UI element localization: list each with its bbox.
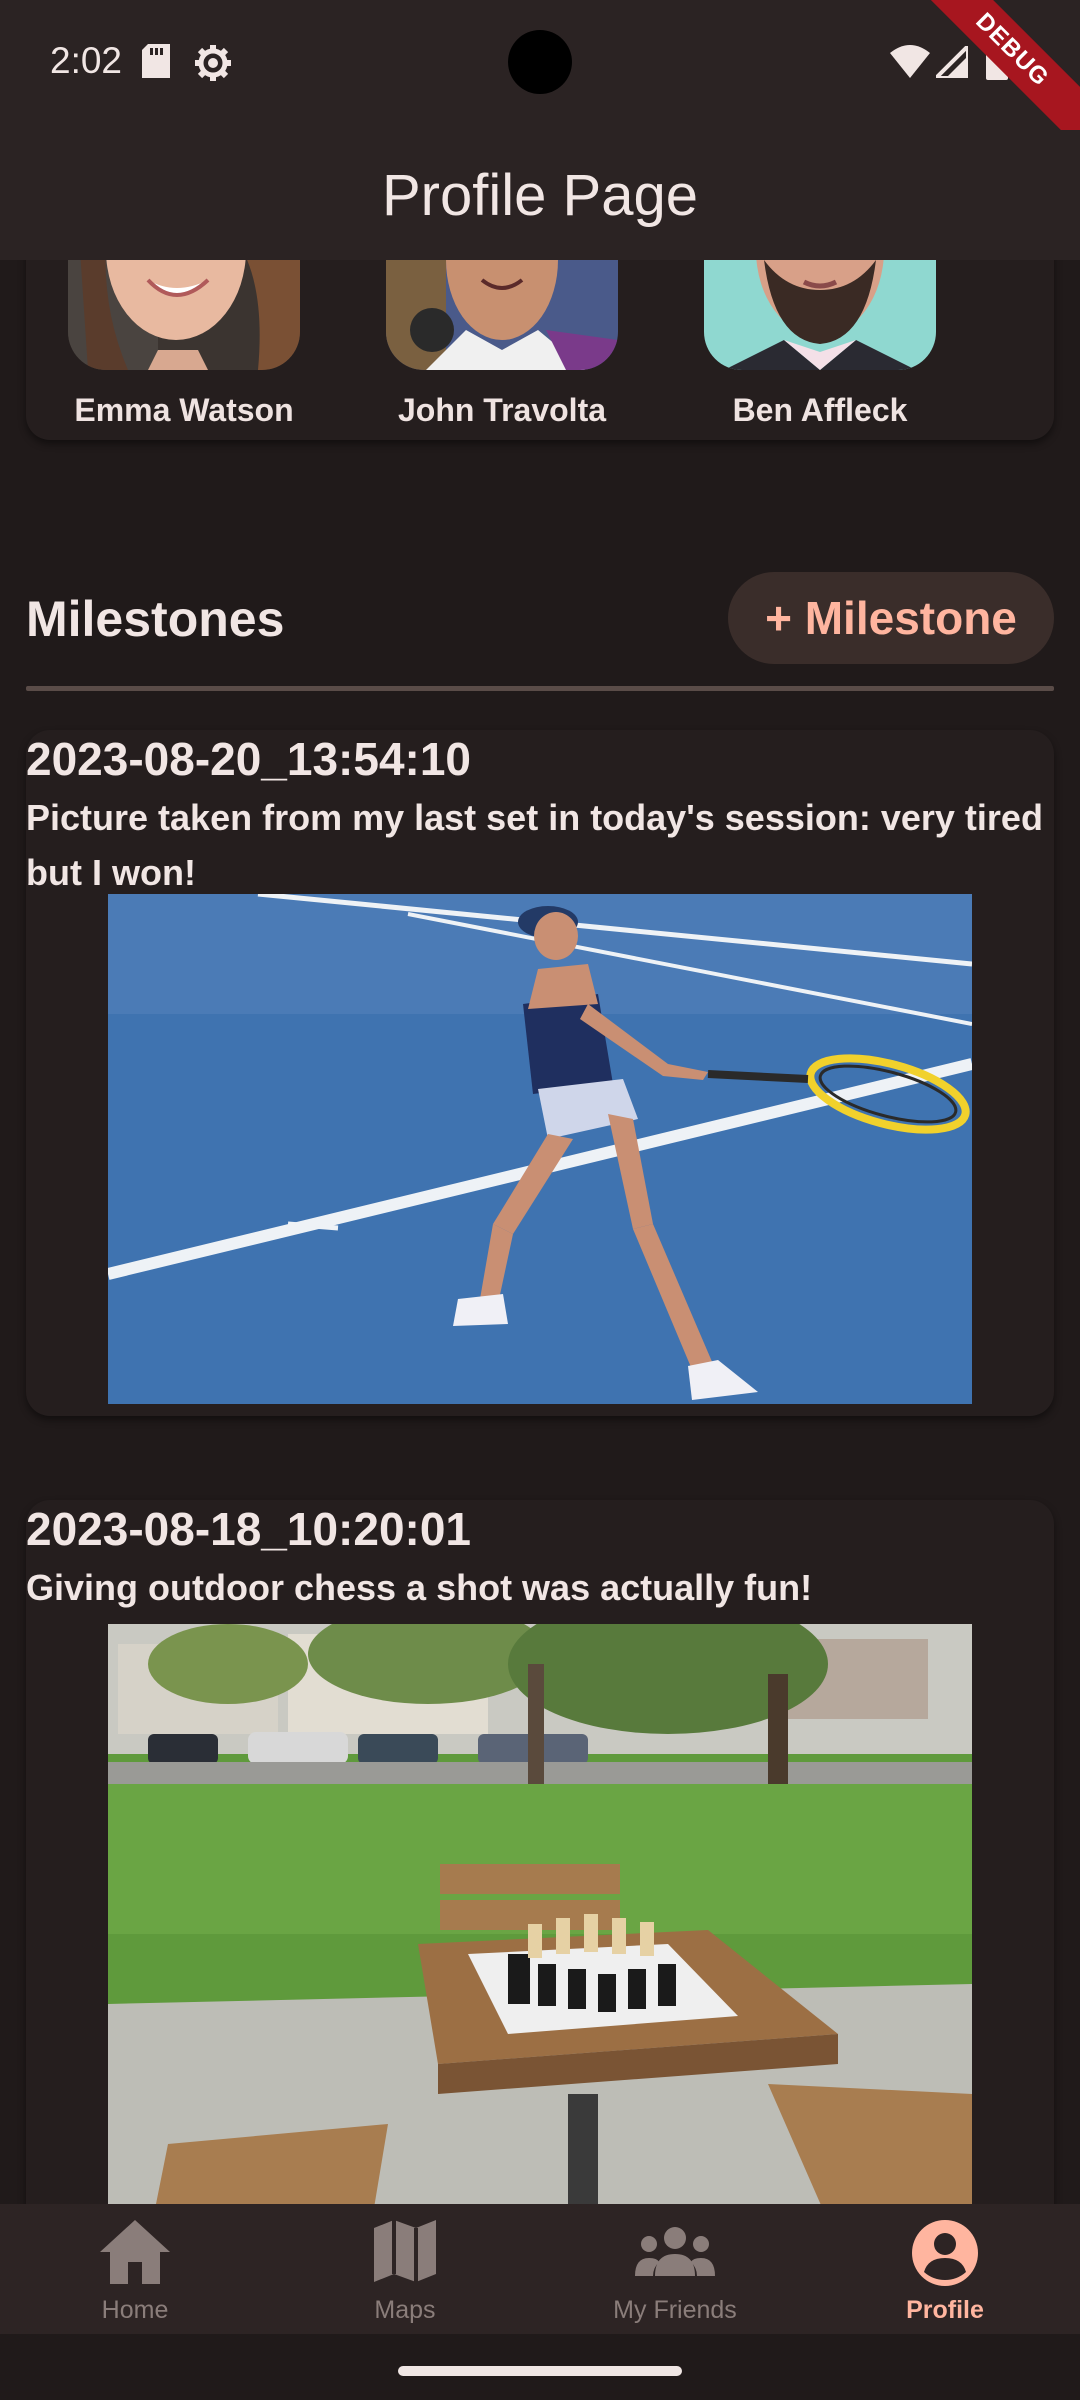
milestone-card[interactable]: 2023-08-20_13:54:10 Picture taken from m… <box>26 730 1054 1416</box>
map-icon <box>374 2220 436 2287</box>
bottom-navigation-bar: Home Maps My Friends Profile <box>0 2204 1080 2334</box>
camera-cutout <box>508 30 572 94</box>
friend-name: Emma Watson <box>74 392 294 428</box>
sd-card-icon <box>142 44 170 83</box>
profile-scroll-content[interactable]: Emma Watson John Travolta Ben Affleck Mi… <box>0 260 1080 2204</box>
nav-label-profile: Profile <box>906 2296 984 2324</box>
group-icon <box>635 2226 715 2281</box>
nav-label-home: Home <box>101 2296 169 2324</box>
friend-avatar <box>704 260 936 370</box>
friends-card: Emma Watson John Travolta Ben Affleck <box>26 260 1054 440</box>
nav-home[interactable]: Home <box>0 2204 270 2334</box>
nav-my-friends[interactable]: My Friends <box>540 2204 810 2334</box>
friend-item[interactable]: Ben Affleck <box>704 260 936 429</box>
account-circle-icon <box>912 2220 978 2291</box>
add-milestone-button[interactable]: + Milestone <box>728 572 1054 664</box>
tennis-player-photo <box>108 894 972 1404</box>
milestone-date: 2023-08-20_13:54:10 <box>26 733 472 785</box>
friend-name: John Travolta <box>397 392 607 428</box>
nav-label-my-friends: My Friends <box>613 2296 737 2324</box>
nav-label-maps: Maps <box>374 2296 436 2324</box>
gesture-handle[interactable] <box>398 2366 682 2376</box>
home-icon <box>100 2220 170 2289</box>
page-title: Profile Page <box>382 162 698 228</box>
wifi-icon <box>890 44 930 83</box>
friend-avatar <box>386 260 618 370</box>
milestones-title: Milestones <box>26 591 285 647</box>
milestone-description: Picture taken from my last set in today'… <box>26 797 1043 893</box>
status-time: 2:02 <box>50 40 123 81</box>
system-gesture-area <box>0 2334 1080 2400</box>
outdoor-chess-table-photo <box>108 1624 972 2204</box>
app-bar: Profile Page <box>0 130 1080 260</box>
friend-item[interactable]: John Travolta <box>386 260 618 429</box>
milestones-divider <box>26 686 1054 691</box>
milestone-date: 2023-08-18_10:20:01 <box>26 1503 472 1555</box>
milestone-description: Giving outdoor chess a shot was actually… <box>26 1567 813 1608</box>
milestone-card[interactable]: 2023-08-18_10:20:01 Giving outdoor chess… <box>26 1500 1054 2204</box>
settings-gear-icon <box>194 44 232 87</box>
friend-item[interactable]: Emma Watson <box>68 260 300 429</box>
cellular-signal-icon <box>931 41 970 83</box>
friend-avatar <box>68 260 300 370</box>
friend-name: Ben Affleck <box>732 392 908 428</box>
nav-maps[interactable]: Maps <box>270 2204 540 2334</box>
milestones-header: Milestones + Milestone <box>26 572 1054 664</box>
status-bar: 2:02 DEBUG <box>0 0 1080 158</box>
nav-profile[interactable]: Profile <box>810 2204 1080 2334</box>
